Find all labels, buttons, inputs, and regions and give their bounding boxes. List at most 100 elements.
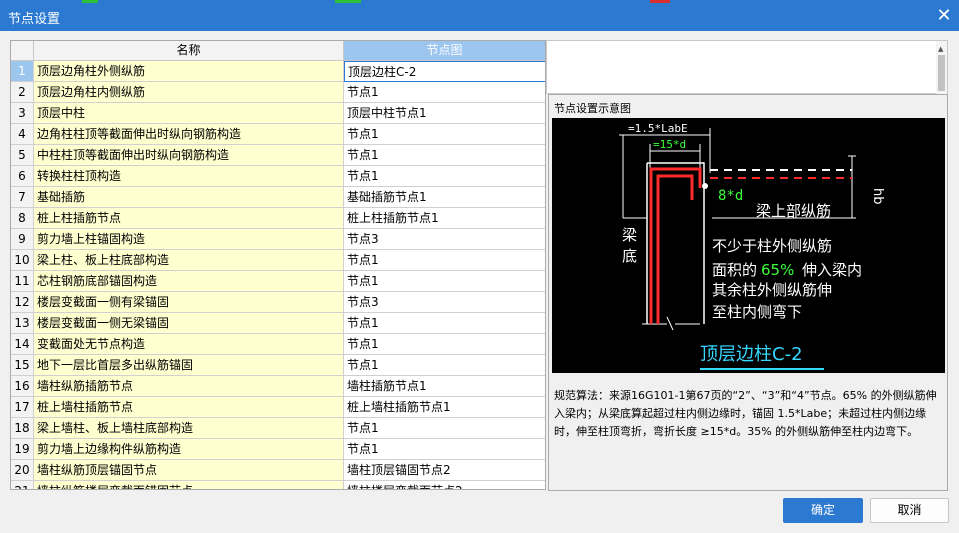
row-name-cell[interactable]: 桩上墙柱插筋节点 xyxy=(34,397,344,418)
table-row[interactable]: 11 芯柱钢筋底部锚固构造 节点1 xyxy=(11,271,545,292)
row-number[interactable]: 5 xyxy=(11,145,34,166)
row-node-cell[interactable]: 基础插筋节点1 xyxy=(344,187,545,208)
table-row[interactable]: 3 顶层中柱 顶层中柱节点1 xyxy=(11,103,545,124)
row-number[interactable]: 13 xyxy=(11,313,34,334)
row-name-cell[interactable]: 梁上墙柱、板上墙柱底部构造 xyxy=(34,418,344,439)
row-node-cell[interactable]: 节点1 xyxy=(344,355,545,376)
row-number[interactable]: 6 xyxy=(11,166,34,187)
title-bar[interactable]: 节点设置 ✕ xyxy=(0,0,959,31)
table-row[interactable]: 16 墙柱纵筋插筋节点 墙柱插筋节点1 xyxy=(11,376,545,397)
table-row[interactable]: 14 变截面处无节点构造 节点1 xyxy=(11,334,545,355)
row-node-cell[interactable]: 节点1 xyxy=(344,124,545,145)
row-name-cell[interactable]: 楼层变截面一侧有梁锚固 xyxy=(34,292,344,313)
diagram-svg: =1.5*LabE =15*d 8*d hb 梁 底 梁上部纵筋 不少于柱外侧纵… xyxy=(619,122,885,370)
row-number[interactable]: 1 xyxy=(11,61,34,82)
row-node-cell[interactable]: 墙柱顶层锚固节点2 xyxy=(344,460,545,481)
header-node[interactable]: 节点图 xyxy=(344,41,545,61)
table-row[interactable]: 7 基础插筋 基础插筋节点1 xyxy=(11,187,545,208)
ok-button[interactable]: 确定 xyxy=(783,498,863,523)
row-name-cell[interactable]: 地下一层比首层多出纵筋锚固 xyxy=(34,355,344,376)
row-name-cell[interactable]: 顶层边角柱内侧纵筋 xyxy=(34,82,344,103)
table-row[interactable]: 17 桩上墙柱插筋节点 桩上墙柱插筋节点1 xyxy=(11,397,545,418)
row-node-cell[interactable]: 顶层中柱节点1 xyxy=(344,103,545,124)
table-row[interactable]: 10 梁上柱、板上柱底部构造 节点1 xyxy=(11,250,545,271)
row-number[interactable]: 8 xyxy=(11,208,34,229)
table-row[interactable]: 12 楼层变截面一侧有梁锚固 节点3 xyxy=(11,292,545,313)
vertical-scrollbar[interactable]: ▲ xyxy=(936,41,947,95)
row-name-cell[interactable]: 桩上柱插筋节点 xyxy=(34,208,344,229)
table-row[interactable]: 2 顶层边角柱内侧纵筋 节点1 xyxy=(11,82,545,103)
row-node-cell[interactable]: 节点1 xyxy=(344,418,545,439)
scroll-thumb[interactable] xyxy=(938,55,945,91)
row-name-cell[interactable]: 梁上柱、板上柱底部构造 xyxy=(34,250,344,271)
row-node-cell[interactable]: 节点1 xyxy=(344,250,545,271)
row-number[interactable]: 11 xyxy=(11,271,34,292)
row-name-cell[interactable]: 芯柱钢筋底部锚固构造 xyxy=(34,271,344,292)
scroll-up-icon[interactable]: ▲ xyxy=(938,45,943,53)
table-row[interactable]: 1 顶层边角柱外侧纵筋 顶层边柱C-2 xyxy=(11,61,545,82)
desc-line-1: 不少于柱外侧纵筋 xyxy=(712,237,832,255)
row-number[interactable]: 10 xyxy=(11,250,34,271)
row-node-cell[interactable]: 节点1 xyxy=(344,82,545,103)
row-number[interactable]: 19 xyxy=(11,439,34,460)
table-row[interactable]: 6 转换柱柱顶构造 节点1 xyxy=(11,166,545,187)
row-name-cell[interactable]: 剪力墙上边缘构件纵筋构造 xyxy=(34,439,344,460)
row-name-cell[interactable]: 剪力墙上柱锚固构造 xyxy=(34,229,344,250)
cancel-button[interactable]: 取消 xyxy=(870,498,949,523)
row-number[interactable]: 7 xyxy=(11,187,34,208)
row-number[interactable]: 20 xyxy=(11,460,34,481)
desc-line-2b: 伸入梁内 xyxy=(802,261,862,279)
table-row[interactable]: 21墙柱纵筋楼层变截面锚固节点墙柱楼层变截面节点2 xyxy=(11,481,545,489)
table-row[interactable]: 15 地下一层比首层多出纵筋锚固 节点1 xyxy=(11,355,545,376)
table-row[interactable]: 4 边角柱柱顶等截面伸出时纵向钢筋构造 节点1 xyxy=(11,124,545,145)
table-row[interactable]: 13 楼层变截面一侧无梁锚固 节点1 xyxy=(11,313,545,334)
row-name-cell[interactable]: 墙柱纵筋插筋节点 xyxy=(34,376,344,397)
dialog-title: 节点设置 xyxy=(8,12,61,27)
row-name-cell[interactable]: 边角柱柱顶等截面伸出时纵向钢筋构造 xyxy=(34,124,344,145)
row-node-cell[interactable]: 节点1 xyxy=(344,334,545,355)
row-node-cell[interactable]: 节点1 xyxy=(344,313,545,334)
row-number[interactable]: 2 xyxy=(11,82,34,103)
row-name-cell[interactable]: 转换柱柱顶构造 xyxy=(34,166,344,187)
row-name-cell[interactable]: 顶层中柱 xyxy=(34,103,344,124)
row-node-cell[interactable]: 节点1 xyxy=(344,145,545,166)
row-node-cell[interactable]: 桩上柱插筋节点1 xyxy=(344,208,545,229)
row-node-cell[interactable]: 节点1 xyxy=(344,166,545,187)
row-name-cell[interactable]: 变截面处无节点构造 xyxy=(34,334,344,355)
table-row[interactable]: 5 中柱柱顶等截面伸出时纵向钢筋构造 节点1 xyxy=(11,145,545,166)
row-number[interactable]: 15 xyxy=(11,355,34,376)
header-num xyxy=(11,41,34,61)
close-icon[interactable]: ✕ xyxy=(929,0,959,31)
row-name-cell[interactable]: 墙柱纵筋楼层变截面锚固节点 xyxy=(34,481,344,489)
row-number[interactable]: 12 xyxy=(11,292,34,313)
table-row[interactable]: 20 墙柱纵筋顶层锚固节点 墙柱顶层锚固节点2 xyxy=(11,460,545,481)
row-name-cell[interactable]: 基础插筋 xyxy=(34,187,344,208)
table-row[interactable]: 19 剪力墙上边缘构件纵筋构造 节点1 xyxy=(11,439,545,460)
row-node-cell[interactable]: 桩上墙柱插筋节点1 xyxy=(344,397,545,418)
row-node-cell[interactable]: 节点1 xyxy=(344,439,545,460)
row-node-cell[interactable]: 节点3 xyxy=(344,292,545,313)
row-name-cell[interactable]: 楼层变截面一侧无梁锚固 xyxy=(34,313,344,334)
row-number[interactable]: 21 xyxy=(11,481,34,489)
row-name-cell[interactable]: 中柱柱顶等截面伸出时纵向钢筋构造 xyxy=(34,145,344,166)
row-number[interactable]: 16 xyxy=(11,376,34,397)
row-node-cell[interactable]: 节点1 xyxy=(344,271,545,292)
row-node-cell[interactable]: 节点3 xyxy=(344,229,545,250)
row-node-cell[interactable]: 墙柱插筋节点1 xyxy=(344,376,545,397)
row-node-cell[interactable]: 墙柱楼层变截面节点2 xyxy=(344,481,545,489)
node-table: 名称 节点图 1 顶层边角柱外侧纵筋 顶层边柱C-2 2 顶层边角柱内侧纵筋 节点1 3 顶层… xyxy=(10,40,546,490)
row-number[interactable]: 14 xyxy=(11,334,34,355)
row-number[interactable]: 9 xyxy=(11,229,34,250)
row-number[interactable]: 3 xyxy=(11,103,34,124)
table-row[interactable]: 9 剪力墙上柱锚固构造 节点3 xyxy=(11,229,545,250)
header-name[interactable]: 名称 xyxy=(34,41,344,61)
row-number[interactable]: 18 xyxy=(11,418,34,439)
row-name-cell[interactable]: 墙柱纵筋顶层锚固节点 xyxy=(34,460,344,481)
row-name-cell[interactable]: 顶层边角柱外侧纵筋 xyxy=(34,61,344,82)
table-row[interactable]: 18 梁上墙柱、板上墙柱底部构造 节点1 xyxy=(11,418,545,439)
row-number[interactable]: 4 xyxy=(11,124,34,145)
row-number[interactable]: 17 xyxy=(11,397,34,418)
row-node-cell[interactable]: 顶层边柱C-2 xyxy=(344,61,545,82)
table-row[interactable]: 8 桩上柱插筋节点 桩上柱插筋节点1 xyxy=(11,208,545,229)
desc-line-4: 至柱内侧弯下 xyxy=(712,303,802,321)
